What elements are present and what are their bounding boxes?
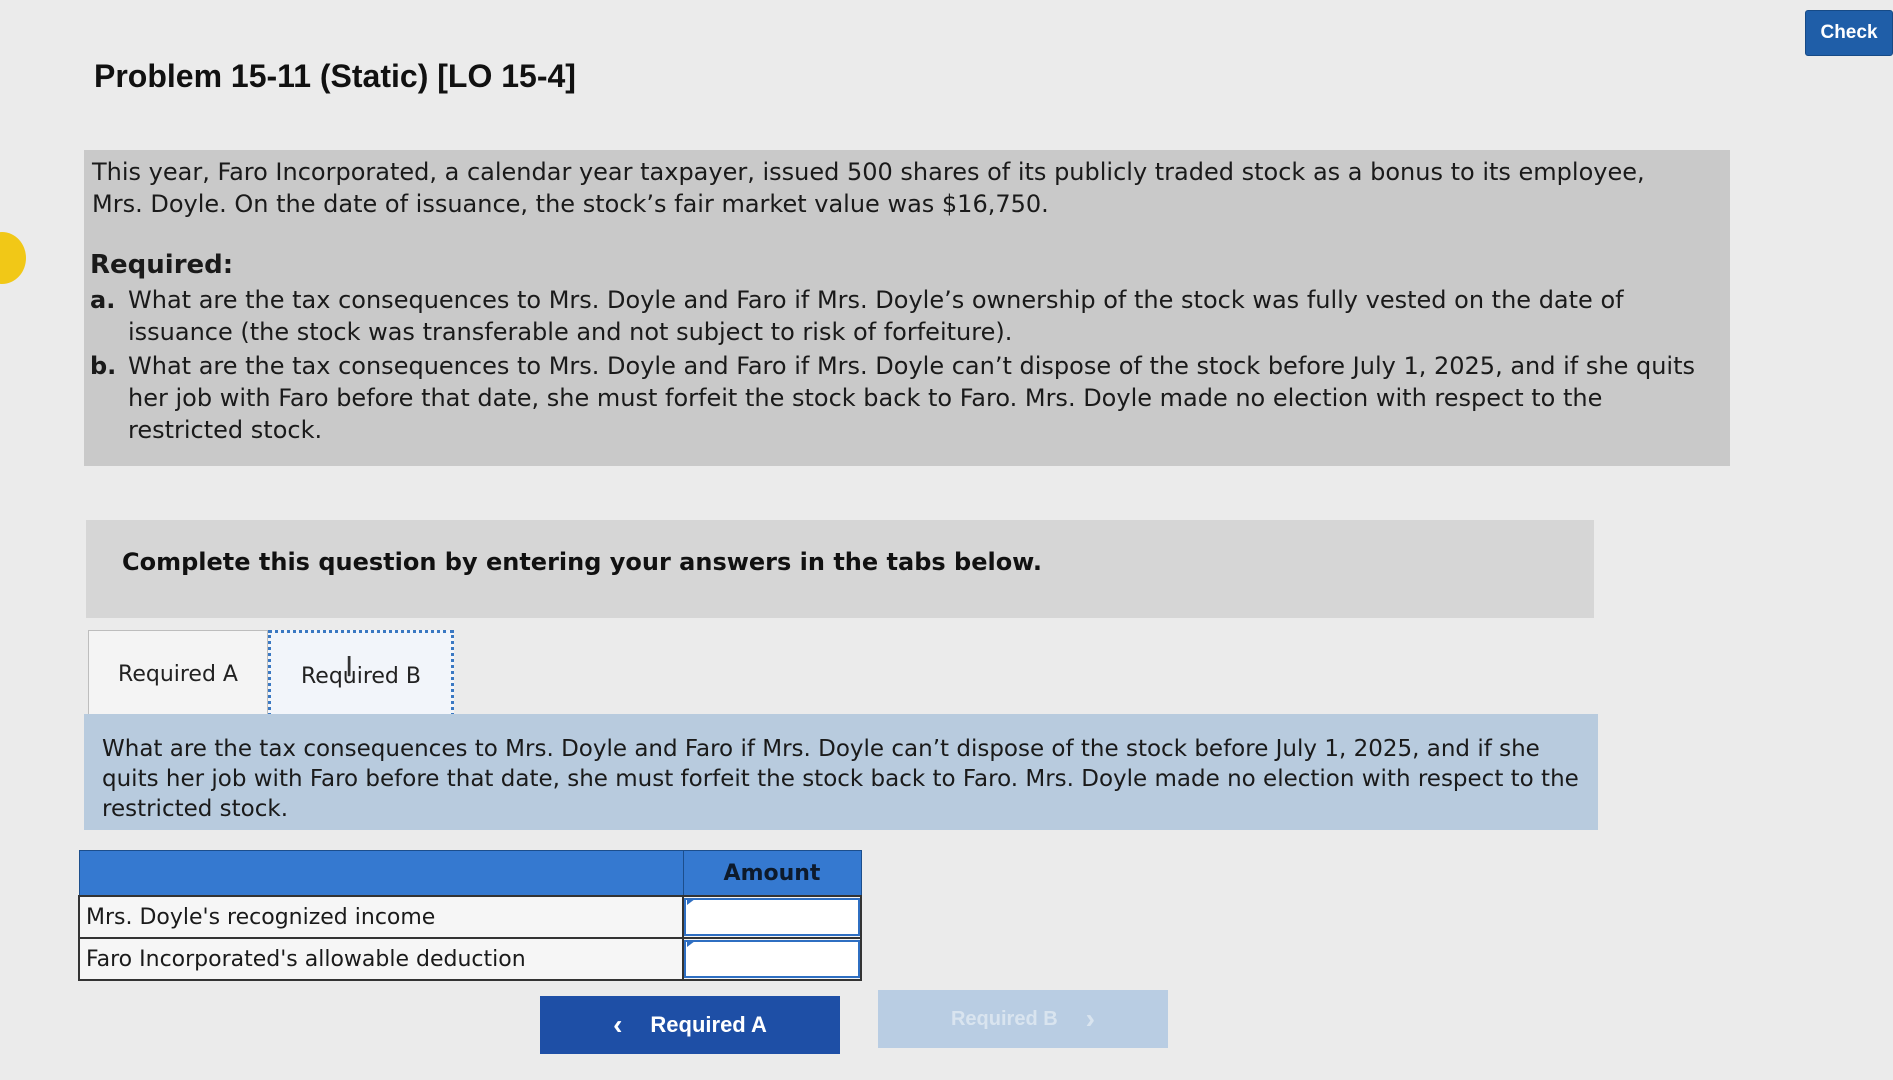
instruction-text: Complete this question by entering your … xyxy=(122,548,1042,576)
table-header-row: Amount xyxy=(78,850,862,897)
amount-cell xyxy=(682,895,862,939)
tab-required-a[interactable]: Required A xyxy=(88,630,268,718)
table-header-label xyxy=(78,850,684,897)
required-item-text: What are the tax consequences to Mrs. Do… xyxy=(128,352,1695,444)
required-item-letter: b. xyxy=(90,352,117,380)
check-button[interactable]: Check xyxy=(1805,10,1893,56)
allowable-deduction-input[interactable] xyxy=(684,940,860,978)
table-row: Mrs. Doyle's recognized income xyxy=(78,895,862,939)
recognized-income-input[interactable] xyxy=(684,898,860,936)
row-label: Faro Incorporated's allowable deduction xyxy=(78,937,684,981)
tab-label: Required B xyxy=(300,663,421,689)
question-panel: What are the tax consequences to Mrs. Do… xyxy=(84,714,1598,830)
required-item-b: b. What are the tax consequences to Mrs.… xyxy=(90,350,1710,446)
required-item-text: What are the tax consequences to Mrs. Do… xyxy=(128,286,1624,346)
tab-label: Required A xyxy=(118,661,238,687)
table-header-amount: Amount xyxy=(682,850,862,897)
flag-icon xyxy=(687,941,695,947)
answer-table: Amount Mrs. Doyle's recognized income Fa… xyxy=(78,850,862,981)
required-item-letter: a. xyxy=(90,286,116,314)
amount-cell xyxy=(682,937,862,981)
required-heading: Required: xyxy=(90,250,234,280)
next-button-label: Required B xyxy=(950,1007,1058,1030)
chevron-left-icon: ‹ xyxy=(613,1009,623,1040)
page-title: Problem 15-11 (Static) [LO 15-4] xyxy=(94,58,576,94)
flag-icon xyxy=(687,899,695,905)
row-label: Mrs. Doyle's recognized income xyxy=(78,895,684,939)
question-text: What are the tax consequences to Mrs. Do… xyxy=(102,736,1579,822)
table-row: Faro Incorporated's allowable deduction xyxy=(78,937,862,981)
text-cursor-icon: I xyxy=(345,650,354,683)
instruction-banner: Complete this question by entering your … xyxy=(86,520,1594,618)
next-required-b-button[interactable]: Required B › xyxy=(878,990,1168,1048)
prev-required-a-button[interactable]: ‹ Required A xyxy=(540,996,840,1054)
tab-required-b[interactable]: Required B xyxy=(268,630,454,722)
problem-intro: This year, Faro Incorporated, a calendar… xyxy=(92,158,1645,218)
prev-button-label: Required A xyxy=(650,1012,767,1037)
status-dot xyxy=(0,232,26,284)
chevron-right-icon: › xyxy=(1085,1003,1095,1034)
required-item-a: a. What are the tax consequences to Mrs.… xyxy=(90,284,1710,348)
problem-statement: This year, Faro Incorporated, a calendar… xyxy=(84,150,1730,466)
